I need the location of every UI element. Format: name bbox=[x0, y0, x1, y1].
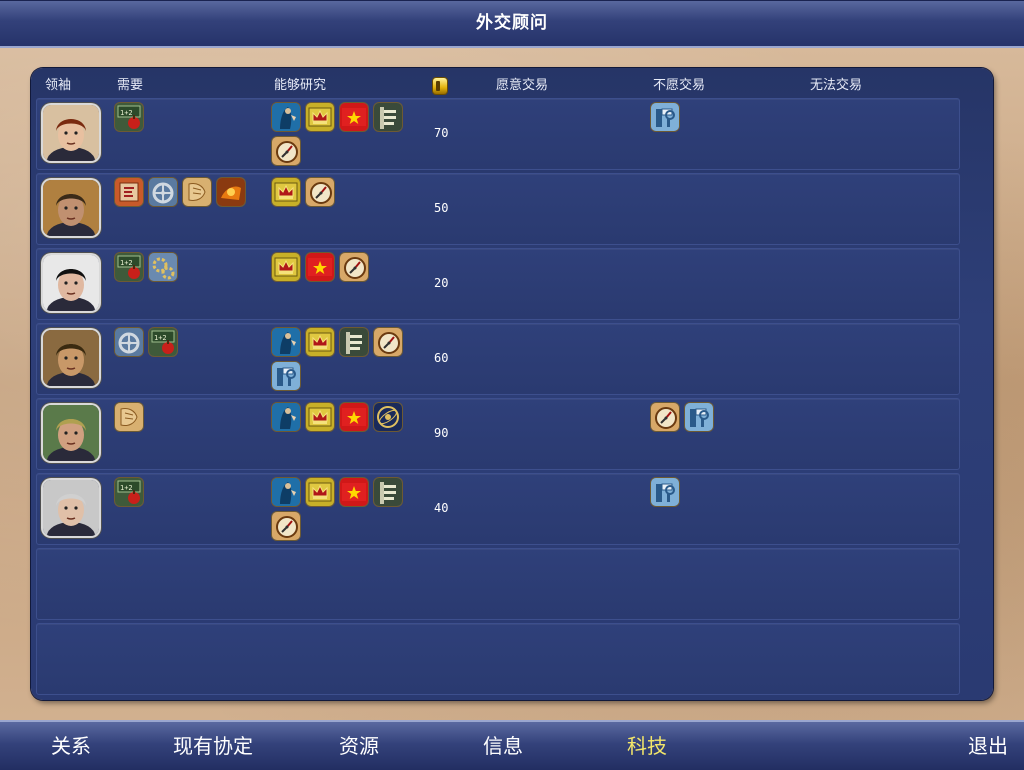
column-header-needs: 需要 bbox=[117, 78, 144, 93]
bronze-tech-icon[interactable] bbox=[217, 178, 245, 206]
diplomacy-panel: 领袖 需要 能够研究 愿意交易 不愿交易 无法交易 1+2 70 50 1+2 20 bbox=[31, 68, 993, 700]
communism-icon[interactable] bbox=[340, 103, 368, 131]
wheel-tech-icon[interactable] bbox=[115, 328, 143, 356]
navigation-icon[interactable] bbox=[651, 403, 679, 431]
column-header-cannot: 无法交易 bbox=[810, 78, 863, 93]
monarchy-icon[interactable] bbox=[306, 403, 334, 431]
writing-tech-icon[interactable] bbox=[115, 178, 143, 206]
leader-row[interactable]: 1+2 40 bbox=[36, 473, 960, 545]
navigation-icon[interactable] bbox=[306, 178, 334, 206]
communism-icon[interactable] bbox=[340, 403, 368, 431]
scroll-tech-icon[interactable] bbox=[183, 178, 211, 206]
leader-row[interactable]: 1+2 70 bbox=[36, 98, 960, 170]
monarchy-icon[interactable] bbox=[272, 253, 300, 281]
gold-value: 20 bbox=[434, 276, 449, 290]
engineering-icon[interactable] bbox=[685, 403, 713, 431]
engineering-icon[interactable] bbox=[272, 362, 300, 390]
column-header-leader: 领袖 bbox=[45, 78, 72, 93]
leader-portrait[interactable] bbox=[43, 480, 99, 536]
construction-icon[interactable] bbox=[340, 328, 368, 356]
leader-portrait[interactable] bbox=[43, 180, 99, 236]
leader-row[interactable]: 1+2 60 bbox=[36, 323, 960, 395]
monotheism-icon[interactable] bbox=[272, 103, 300, 131]
nav-resources-button[interactable]: 资源 bbox=[339, 730, 379, 759]
navigation-icon[interactable] bbox=[340, 253, 368, 281]
construction-icon[interactable] bbox=[374, 478, 402, 506]
school-tech-icon[interactable]: 1+2 bbox=[115, 478, 143, 506]
wheel-tech-icon[interactable] bbox=[149, 178, 177, 206]
svg-text:1+2: 1+2 bbox=[154, 334, 167, 342]
leader-row[interactable]: 50 bbox=[36, 173, 960, 245]
svg-text:1+2: 1+2 bbox=[120, 109, 133, 117]
communism-icon[interactable] bbox=[306, 253, 334, 281]
communism-icon[interactable] bbox=[340, 478, 368, 506]
leader-portrait[interactable] bbox=[43, 255, 99, 311]
school-tech-icon[interactable]: 1+2 bbox=[115, 253, 143, 281]
school-tech-icon[interactable]: 1+2 bbox=[149, 328, 177, 356]
monarchy-icon[interactable] bbox=[306, 328, 334, 356]
column-header-unwilling: 不愿交易 bbox=[653, 78, 706, 93]
monotheism-icon[interactable] bbox=[272, 328, 300, 356]
engineering-icon[interactable] bbox=[651, 478, 679, 506]
empty-leader-row bbox=[36, 548, 960, 620]
svg-text:1+2: 1+2 bbox=[120, 259, 133, 267]
leader-row[interactable]: 90 bbox=[36, 398, 960, 470]
gold-value: 70 bbox=[434, 126, 449, 140]
leader-row[interactable]: 1+2 20 bbox=[36, 248, 960, 320]
svg-text:1+2: 1+2 bbox=[120, 484, 133, 492]
navigation-icon[interactable] bbox=[272, 512, 300, 540]
gold-value: 50 bbox=[434, 201, 449, 215]
monotheism-icon[interactable] bbox=[272, 478, 300, 506]
column-header-willing: 愿意交易 bbox=[496, 78, 549, 93]
construction-icon[interactable] bbox=[374, 103, 402, 131]
monarchy-icon[interactable] bbox=[272, 178, 300, 206]
title-bar: 外交顾问 bbox=[0, 0, 1024, 48]
gears-tech-icon[interactable] bbox=[149, 253, 177, 281]
monotheism-icon[interactable] bbox=[272, 403, 300, 431]
navigation-icon[interactable] bbox=[374, 328, 402, 356]
window-title: 外交顾问 bbox=[476, 13, 548, 33]
nav-exit-button[interactable]: 退出 bbox=[968, 730, 1008, 759]
column-header-can-research: 能够研究 bbox=[274, 78, 327, 93]
leader-portrait[interactable] bbox=[43, 330, 99, 386]
scroll-tech-icon[interactable] bbox=[115, 403, 143, 431]
gold-value: 60 bbox=[434, 351, 449, 365]
nav-info-button[interactable]: 信息 bbox=[483, 730, 523, 759]
leader-portrait[interactable] bbox=[43, 105, 99, 161]
gold-value: 90 bbox=[434, 426, 449, 440]
leader-portrait[interactable] bbox=[43, 405, 99, 461]
astronomy-icon[interactable] bbox=[374, 403, 402, 431]
gold-coin-icon bbox=[433, 78, 447, 94]
gold-value: 40 bbox=[434, 501, 449, 515]
monarchy-icon[interactable] bbox=[306, 103, 334, 131]
empty-leader-row bbox=[36, 623, 960, 695]
school-tech-icon[interactable]: 1+2 bbox=[115, 103, 143, 131]
navigation-icon[interactable] bbox=[272, 137, 300, 165]
nav-tech-button[interactable]: 科技 bbox=[627, 730, 667, 759]
monarchy-icon[interactable] bbox=[306, 478, 334, 506]
nav-agreements-button[interactable]: 现有协定 bbox=[173, 730, 253, 759]
engineering-icon[interactable] bbox=[651, 103, 679, 131]
bottom-nav: 关系 现有协定 资源 信息 科技 退出 bbox=[0, 720, 1024, 770]
nav-relations-button[interactable]: 关系 bbox=[51, 730, 91, 759]
